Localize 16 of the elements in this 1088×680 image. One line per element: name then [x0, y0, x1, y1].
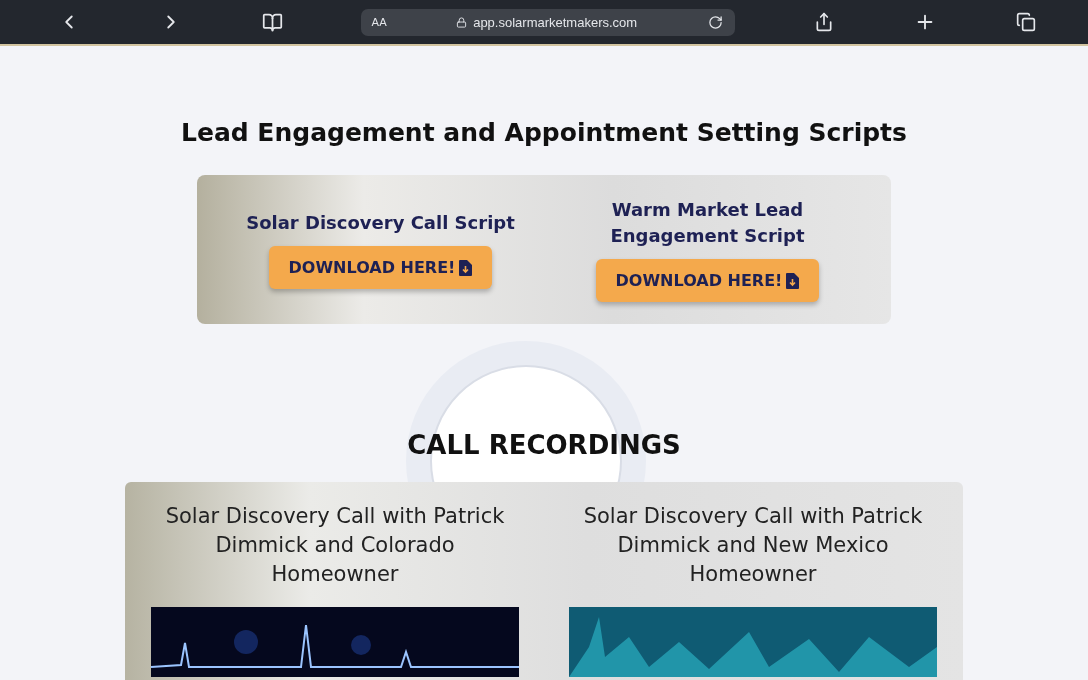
url-text: app.solarmarketmakers.com [473, 14, 638, 30]
recording-title: Solar Discovery Call with Patrick Dimmick and Colorado Homeowner [164, 503, 506, 588]
section-title: CALL RECORDINGS [407, 430, 681, 460]
audio-video-thumbnail[interactable] [151, 607, 519, 677]
address-bar[interactable]: AA app.solarmarketmakers.com [361, 8, 736, 36]
recording-title: Solar Discovery Call with Patrick Dimmick and New Mexico Homeowner [582, 503, 924, 588]
download-button[interactable]: DOWNLOAD HERE! [268, 246, 493, 289]
section-title: Lead Engagement and Appointment Setting Scripts [181, 118, 907, 147]
file-download-icon [459, 259, 473, 276]
download-button[interactable]: DOWNLOAD HERE! [595, 259, 820, 302]
file-download-icon [786, 272, 800, 289]
text-size-button[interactable]: AA [371, 15, 387, 29]
script-title: Warm Market Lead Engagement Script [609, 198, 806, 248]
lock-icon [456, 16, 468, 28]
audio-video-thumbnail[interactable] [569, 607, 937, 677]
script-title: Solar Discovery Call Script [246, 211, 515, 235]
